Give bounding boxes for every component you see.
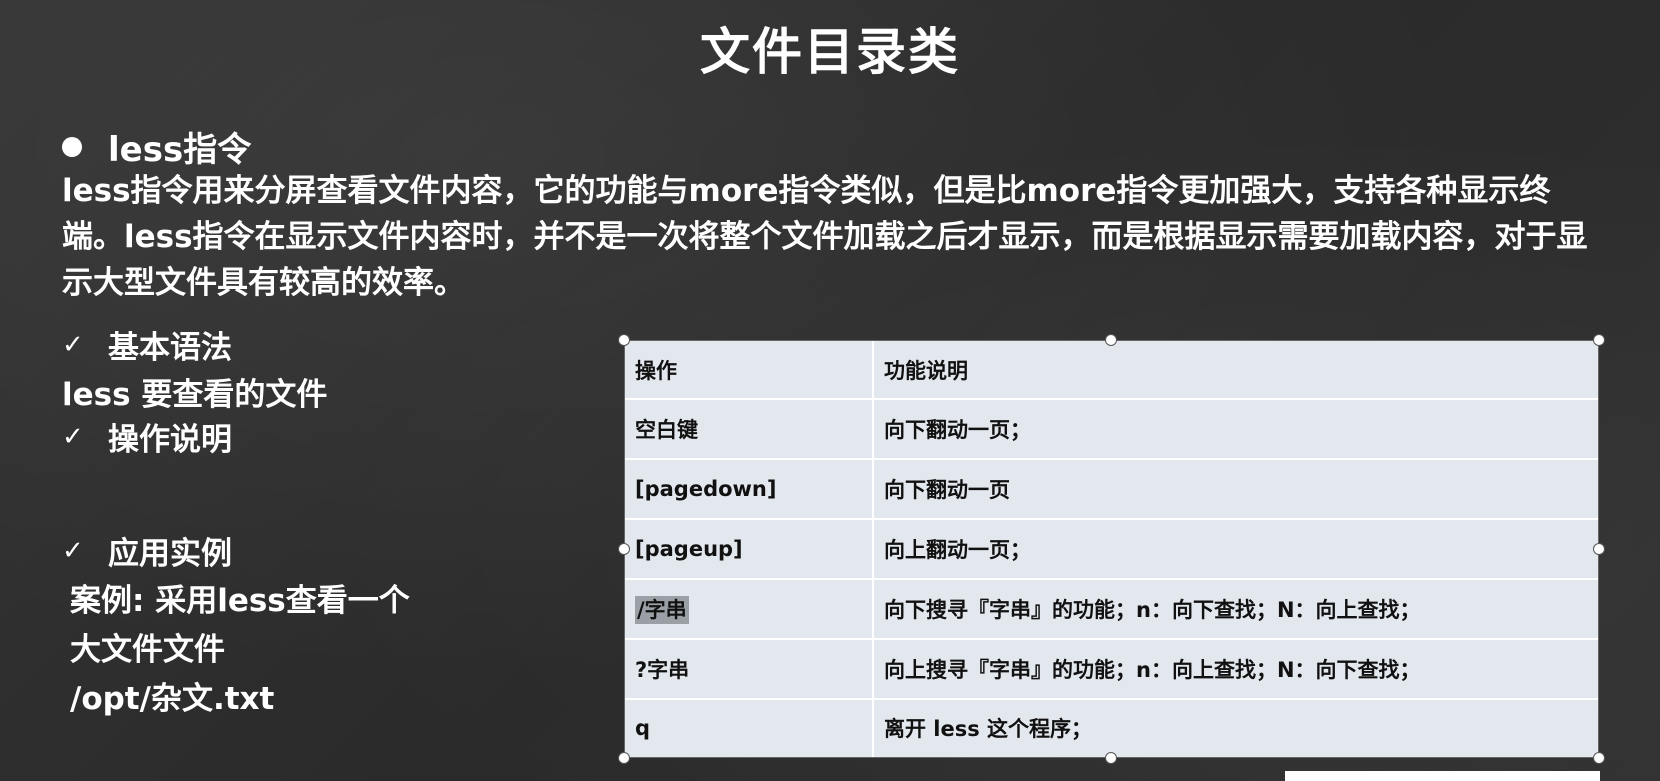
resize-handle-bottom-center[interactable] [1105, 752, 1117, 764]
row-key-highlighted: /字串 [625, 578, 874, 640]
resize-handle-middle-right[interactable] [1593, 543, 1605, 555]
row-key: 空白键 [625, 399, 874, 461]
ops-title: 操作说明 [108, 422, 232, 458]
resize-handle-top-center[interactable] [1105, 334, 1117, 346]
row-key: [pagedown] [625, 459, 874, 520]
table-row: [pageup] 向上翻动一页； [625, 518, 1598, 580]
less-operations-table[interactable]: 操作 功能说明 空白键 向下翻动一页； [pagedown] 向下翻动一页 [p… [624, 340, 1599, 758]
checkmark-icon: ✓ [62, 329, 84, 360]
example-line-1: 案例: 采用less查看一个 [70, 583, 410, 619]
resize-handle-top-right[interactable] [1593, 334, 1605, 346]
row-desc: 向下搜寻『字串』的功能；n：向下查找；N：向上查找； [873, 578, 1598, 640]
syntax-title: 基本语法 [108, 330, 232, 366]
row-key: [pageup] [625, 518, 874, 580]
checkmark-icon: ✓ [62, 535, 84, 566]
table-row: /字串 向下搜寻『字串』的功能；n：向下查找；N：向上查找； [625, 578, 1598, 640]
row-key: q [625, 698, 874, 757]
highlighted-text: /字串 [635, 595, 689, 624]
slide-title: 文件目录类 [700, 23, 960, 81]
table-row: [pagedown] 向下翻动一页 [625, 459, 1598, 520]
table-row: ?字串 向上搜寻『字串』的功能；n：向上查找；N：向下查找； [625, 638, 1598, 700]
table-row: q 离开 less 这个程序； [625, 698, 1598, 757]
operations-table: 操作 功能说明 空白键 向下翻动一页； [pagedown] 向下翻动一页 [p… [625, 341, 1598, 757]
bullet-dot-icon [62, 136, 82, 157]
table-row: 空白键 向下翻动一页； [625, 399, 1598, 461]
header-description: 功能说明 [873, 341, 1598, 401]
example-title-line: ✓ 应用实例 [62, 528, 410, 573]
example-line-2: 大文件文件 [70, 632, 225, 668]
heading-text: less指令 [108, 130, 252, 170]
example-title: 应用实例 [108, 536, 232, 572]
syntax-title-line: ✓ 基本语法 [62, 322, 327, 367]
checkmark-icon: ✓ [62, 421, 84, 452]
table-header-row: 操作 功能说明 [625, 341, 1598, 401]
row-desc: 向下翻动一页； [873, 399, 1598, 461]
row-desc: 向上搜寻『字串』的功能；n：向上查找；N：向下查找； [873, 638, 1598, 700]
resize-handle-top-left[interactable] [618, 334, 630, 346]
ops-title-line: ✓ 操作说明 [62, 414, 327, 459]
resize-handle-bottom-right[interactable] [1593, 752, 1605, 764]
syntax-section: ✓ 基本语法 less 要查看的文件 ✓ 操作说明 [62, 322, 327, 459]
section-heading: less指令 [62, 122, 251, 171]
row-desc: 离开 less 这个程序； [884, 717, 1093, 742]
example-line-3: /opt/杂文.txt [70, 681, 275, 717]
overlay-strip [1285, 771, 1600, 781]
row-key: ?字串 [625, 638, 874, 700]
resize-handle-bottom-left[interactable] [618, 752, 630, 764]
row-desc: 向下翻动一页 [873, 459, 1598, 520]
syntax-text: less 要查看的文件 [62, 377, 328, 413]
header-operation: 操作 [625, 341, 874, 401]
resize-handle-middle-left[interactable] [618, 543, 630, 555]
row-desc: 向上翻动一页； [873, 518, 1598, 580]
example-section: ✓ 应用实例 案例: 采用less查看一个 大文件文件 /opt/杂文.txt [62, 528, 410, 718]
intro-paragraph: less指令用来分屏查看文件内容，它的功能与more指令类似，但是比more指令… [62, 173, 1588, 301]
